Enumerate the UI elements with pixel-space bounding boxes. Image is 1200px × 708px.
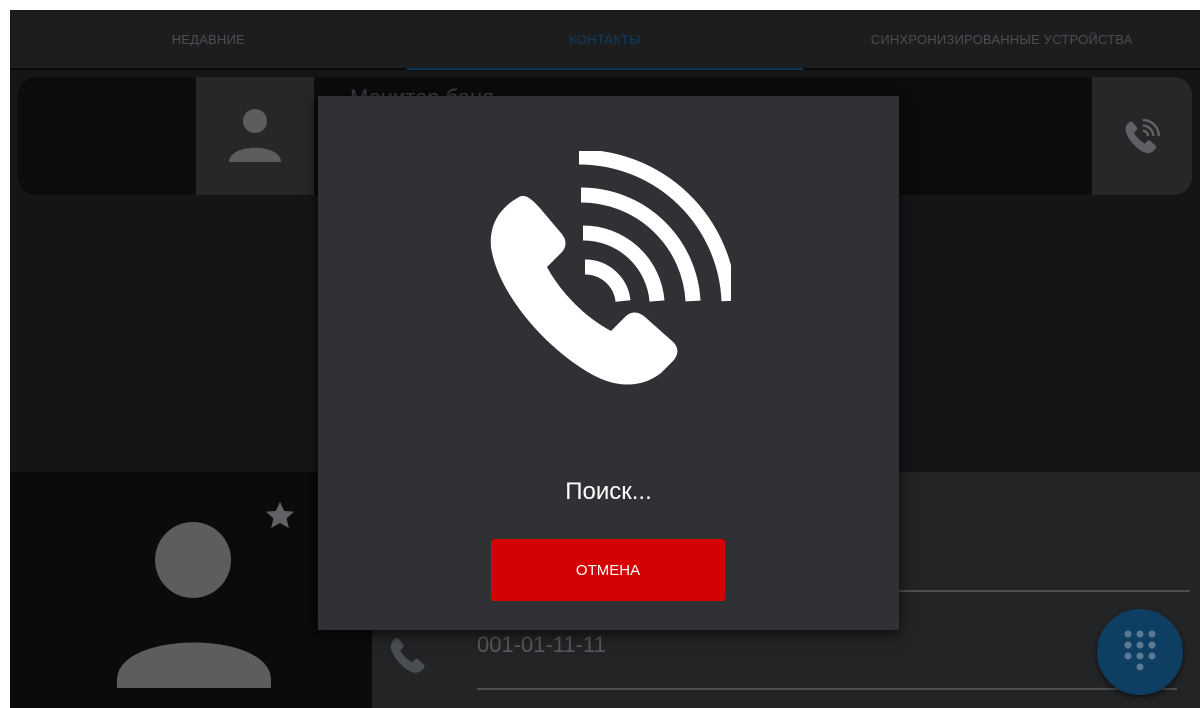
calling-dialog: Поиск... ОТМЕНА	[318, 96, 899, 630]
divider	[477, 688, 1177, 690]
person-icon	[229, 109, 281, 162]
calling-status: Поиск...	[565, 478, 652, 505]
dialpad-button[interactable]	[1097, 609, 1183, 695]
person-icon	[117, 522, 271, 688]
phone-number[interactable]: 001-01-11-11	[477, 632, 606, 658]
call-contact-button[interactable]	[1092, 77, 1192, 195]
tab-contacts[interactable]: КОНТАКТЫ	[406, 10, 804, 70]
contacts-screen: НЕДАВНИЕ КОНТАКТЫ СИНХРОНИЗИРОВАННЫЕ УСТ…	[10, 10, 1200, 708]
tab-bar: НЕДАВНИЕ КОНТАКТЫ СИНХРОНИЗИРОВАННЫЕ УСТ…	[10, 10, 1200, 70]
cancel-button[interactable]: ОТМЕНА	[491, 539, 725, 601]
tab-recent[interactable]: НЕДАВНИЕ	[10, 10, 407, 68]
phone-ringing-icon	[490, 151, 731, 385]
phone-ringing-icon	[1125, 118, 1160, 153]
phone-icon	[390, 638, 425, 673]
dialpad-icon	[1124, 630, 1156, 671]
contact-avatar	[196, 77, 314, 195]
tab-synced-devices[interactable]: СИНХРОНИЗИРОВАННЫЕ УСТРОЙСТВА	[803, 10, 1200, 68]
